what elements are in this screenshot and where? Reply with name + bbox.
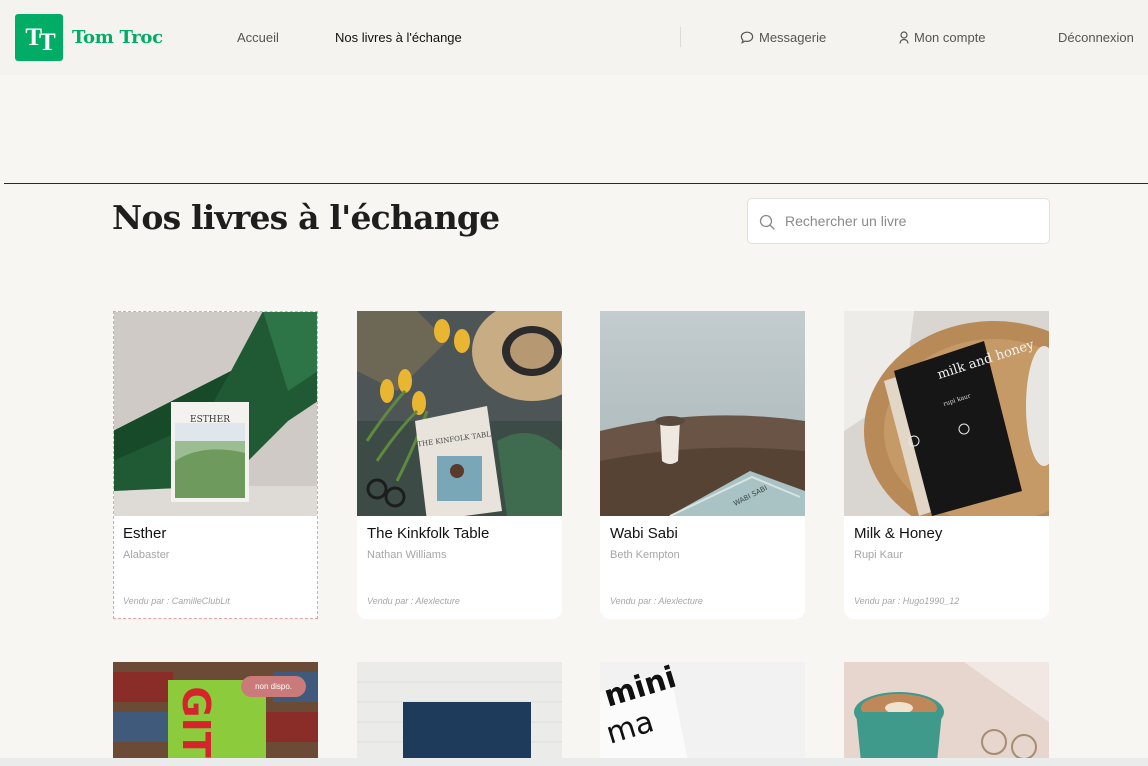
search-icon [759, 214, 775, 230]
page-title: Nos livres à l'échange [112, 198, 500, 237]
section-divider [4, 183, 1148, 184]
book-card[interactable]: WABI SABI Wabi Sabi Beth Kempton Vendu p… [600, 311, 805, 619]
nav-logout[interactable]: Déconnexion [1058, 30, 1134, 45]
nav-account[interactable]: Mon compte [899, 30, 986, 45]
horizontal-scrollbar[interactable] [0, 758, 1148, 766]
search-box [747, 198, 1050, 244]
book-card[interactable]: ESTHER Esther Alabaster Vendu par : Cami… [113, 311, 318, 619]
brand-name[interactable]: Tom Troc [72, 27, 163, 48]
nav-messages[interactable]: Messagerie [740, 30, 826, 45]
book-card[interactable]: milk and honey rupi kaur Milk & Honey Ru… [844, 311, 1049, 619]
user-icon [899, 31, 909, 44]
nav-account-label: Mon compte [914, 30, 986, 45]
book-card[interactable] [844, 662, 1049, 766]
book-seller: Vendu par : Alexlecture [610, 596, 703, 606]
book-card[interactable]: GIT non dispo. [113, 662, 318, 766]
book-author: Rupi Kaur [854, 549, 903, 561]
book-seller: Vendu par : CamilleClubLit [123, 596, 230, 606]
book-author: Nathan Williams [367, 549, 447, 561]
book-card[interactable]: THE KINFOLK TABLE The Kinkfolk Table Nat… [357, 311, 562, 619]
book-seller: Vendu par : Hugo1990_12 [854, 596, 960, 606]
book-title: Milk & Honey [854, 525, 943, 542]
book-title: Esther [123, 525, 167, 542]
book-cover-image[interactable]: THE KINFOLK TABLE [357, 311, 562, 516]
book-cover-image[interactable]: milk and honey rupi kaur [844, 311, 1049, 516]
unavailable-badge: non dispo. [241, 676, 306, 697]
book-author: Beth Kempton [610, 549, 680, 561]
nav-messages-label: Messagerie [759, 30, 827, 45]
book-author: Alabaster [123, 549, 170, 561]
book-title: Wabi Sabi [610, 525, 678, 542]
book-cover-image[interactable]: ESTHER [114, 312, 317, 516]
book-cover-image[interactable] [844, 662, 1049, 766]
cover-title-text: ESTHER [190, 415, 230, 425]
svg-text:GIT: GIT [174, 686, 218, 757]
nav-home[interactable]: Accueil [237, 30, 279, 45]
logo-icon[interactable]: TT [15, 14, 63, 61]
book-card[interactable]: mini ma [600, 662, 805, 766]
book-cover-image[interactable] [357, 662, 562, 766]
book-title: The Kinkfolk Table [367, 525, 490, 542]
book-card[interactable] [357, 662, 562, 766]
nav-divider [680, 27, 681, 47]
top-navbar: TT Tom Troc Accueil Nos livres à l'échan… [0, 0, 1148, 75]
book-cover-image[interactable]: WABI SABI [600, 311, 805, 516]
book-seller: Vendu par : Alexlecture [367, 596, 460, 606]
search-input[interactable] [785, 210, 1035, 232]
chat-bubble-icon [740, 31, 754, 44]
nav-books-exchange[interactable]: Nos livres à l'échange [335, 30, 462, 45]
book-cover-image[interactable]: mini ma [600, 662, 805, 766]
